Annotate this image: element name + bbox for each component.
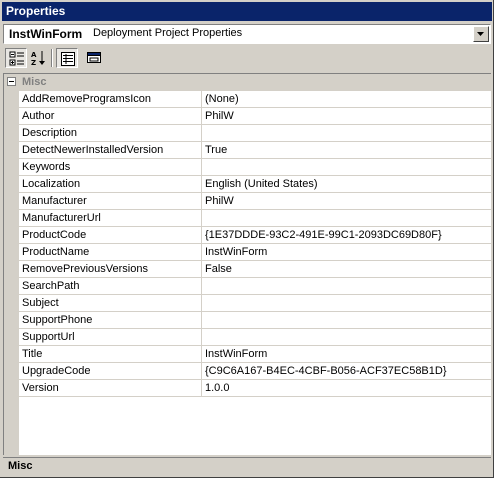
column-divider[interactable] (201, 244, 202, 261)
property-row[interactable]: Description (19, 125, 491, 142)
collapse-icon[interactable] (7, 77, 16, 86)
property-name: ProductCode (22, 229, 87, 241)
svg-text:A: A (31, 51, 37, 59)
property-row[interactable]: ProductName InstWinForm (19, 244, 491, 261)
property-name: SearchPath (22, 280, 80, 292)
property-pages-button[interactable] (83, 48, 105, 68)
property-grid: Misc AddRemoveProgramsIcon (None) Author Ph… (3, 73, 491, 455)
column-divider[interactable] (201, 210, 202, 227)
property-value[interactable]: InstWinForm (205, 246, 267, 258)
property-row[interactable]: ManufacturerUrl (19, 210, 491, 227)
properties-icon (61, 52, 75, 66)
property-row[interactable]: DetectNewerInstalledVersion True (19, 142, 491, 159)
property-name: Version (22, 382, 59, 394)
properties-button[interactable] (56, 48, 78, 68)
column-divider[interactable] (201, 329, 202, 346)
property-row[interactable]: UpgradeCode {C9C6A167-B4EC-4CBF-B056-ACF3… (19, 363, 491, 380)
toolbar-separator (51, 49, 53, 67)
property-row[interactable]: Subject (19, 295, 491, 312)
property-row[interactable]: SupportPhone (19, 312, 491, 329)
description-title: Misc (8, 460, 33, 472)
property-row[interactable]: RemovePreviousVersions False (19, 261, 491, 278)
property-row[interactable]: Title InstWinForm (19, 346, 491, 363)
chevron-down-icon (477, 32, 484, 36)
toolbar: A Z (3, 46, 491, 70)
column-divider[interactable] (201, 380, 202, 397)
property-value[interactable]: PhilW (205, 110, 234, 122)
property-row[interactable]: SearchPath (19, 278, 491, 295)
property-row[interactable]: Version 1.0.0 (19, 380, 491, 397)
grid-gutter (4, 74, 19, 455)
property-row[interactable]: SupportUrl (19, 329, 491, 346)
property-row[interactable]: Author PhilW (19, 108, 491, 125)
property-row[interactable]: Localization English (United States) (19, 176, 491, 193)
property-name: Manufacturer (22, 195, 87, 207)
property-name: Localization (22, 178, 81, 190)
property-name: Author (22, 110, 55, 122)
column-divider[interactable] (201, 176, 202, 193)
column-divider[interactable] (201, 193, 202, 210)
category-header[interactable]: Misc (4, 74, 491, 91)
column-divider[interactable] (201, 125, 202, 142)
property-value[interactable]: {1E37DDDE-93C2-491E-99C1-2093DC69D80F} (205, 229, 442, 241)
categorized-icon (9, 51, 24, 66)
column-divider[interactable] (201, 227, 202, 244)
property-name: SupportUrl (22, 331, 75, 343)
window-title: Properties (2, 2, 492, 21)
property-name: DetectNewerInstalledVersion (22, 144, 164, 156)
property-name: RemovePreviousVersions (22, 263, 148, 275)
property-row[interactable]: Keywords (19, 159, 491, 176)
alphabetical-button[interactable]: A Z (28, 48, 50, 68)
property-name: ProductName (22, 246, 90, 258)
property-value[interactable]: InstWinForm (205, 348, 267, 360)
dropdown-button[interactable] (473, 26, 489, 42)
property-value[interactable]: False (205, 263, 232, 275)
property-value[interactable]: True (205, 144, 227, 156)
svg-text:Z: Z (31, 59, 36, 66)
category-label: Misc (22, 76, 47, 88)
property-row[interactable]: ProductCode {1E37DDDE-93C2-491E-99C1-2093… (19, 227, 491, 244)
column-divider[interactable] (201, 108, 202, 125)
alphabetical-icon: A Z (31, 51, 45, 66)
property-pages-icon (87, 52, 101, 63)
property-name: SupportPhone (22, 314, 93, 326)
property-row[interactable]: Manufacturer PhilW (19, 193, 491, 210)
column-divider[interactable] (201, 142, 202, 159)
property-name: Keywords (22, 161, 71, 173)
property-name: Title (22, 348, 43, 360)
property-name: UpgradeCode (22, 365, 91, 377)
column-divider[interactable] (201, 278, 202, 295)
column-divider[interactable] (201, 91, 202, 108)
property-row[interactable]: AddRemoveProgramsIcon (None) (19, 91, 491, 108)
column-divider[interactable] (201, 346, 202, 363)
property-name: Description (22, 127, 78, 139)
object-name: InstWinForm (9, 27, 83, 41)
properties-window: Properties InstWinForm Deployment Projec… (0, 0, 494, 478)
property-value[interactable]: {C9C6A167-B4EC-4CBF-B056-ACF37EC58B1D} (205, 365, 447, 377)
property-name: ManufacturerUrl (22, 212, 101, 224)
column-divider[interactable] (201, 312, 202, 329)
property-name: AddRemoveProgramsIcon (22, 93, 152, 105)
column-divider[interactable] (201, 363, 202, 380)
property-value[interactable]: 1.0.0 (205, 382, 229, 394)
description-pane: Misc (3, 457, 491, 475)
object-type: Deployment Project Properties (93, 27, 243, 39)
column-divider[interactable] (201, 159, 202, 176)
property-value[interactable]: (None) (205, 93, 239, 105)
column-divider[interactable] (201, 261, 202, 278)
column-divider[interactable] (201, 295, 202, 312)
categorized-button[interactable] (5, 48, 27, 68)
property-rows: AddRemoveProgramsIcon (None) Author PhilW De… (19, 91, 491, 397)
property-name: Subject (22, 297, 59, 309)
property-value[interactable]: English (United States) (205, 178, 318, 190)
property-value[interactable]: PhilW (205, 195, 234, 207)
object-selector[interactable]: InstWinForm Deployment Project Propertie… (3, 24, 491, 44)
